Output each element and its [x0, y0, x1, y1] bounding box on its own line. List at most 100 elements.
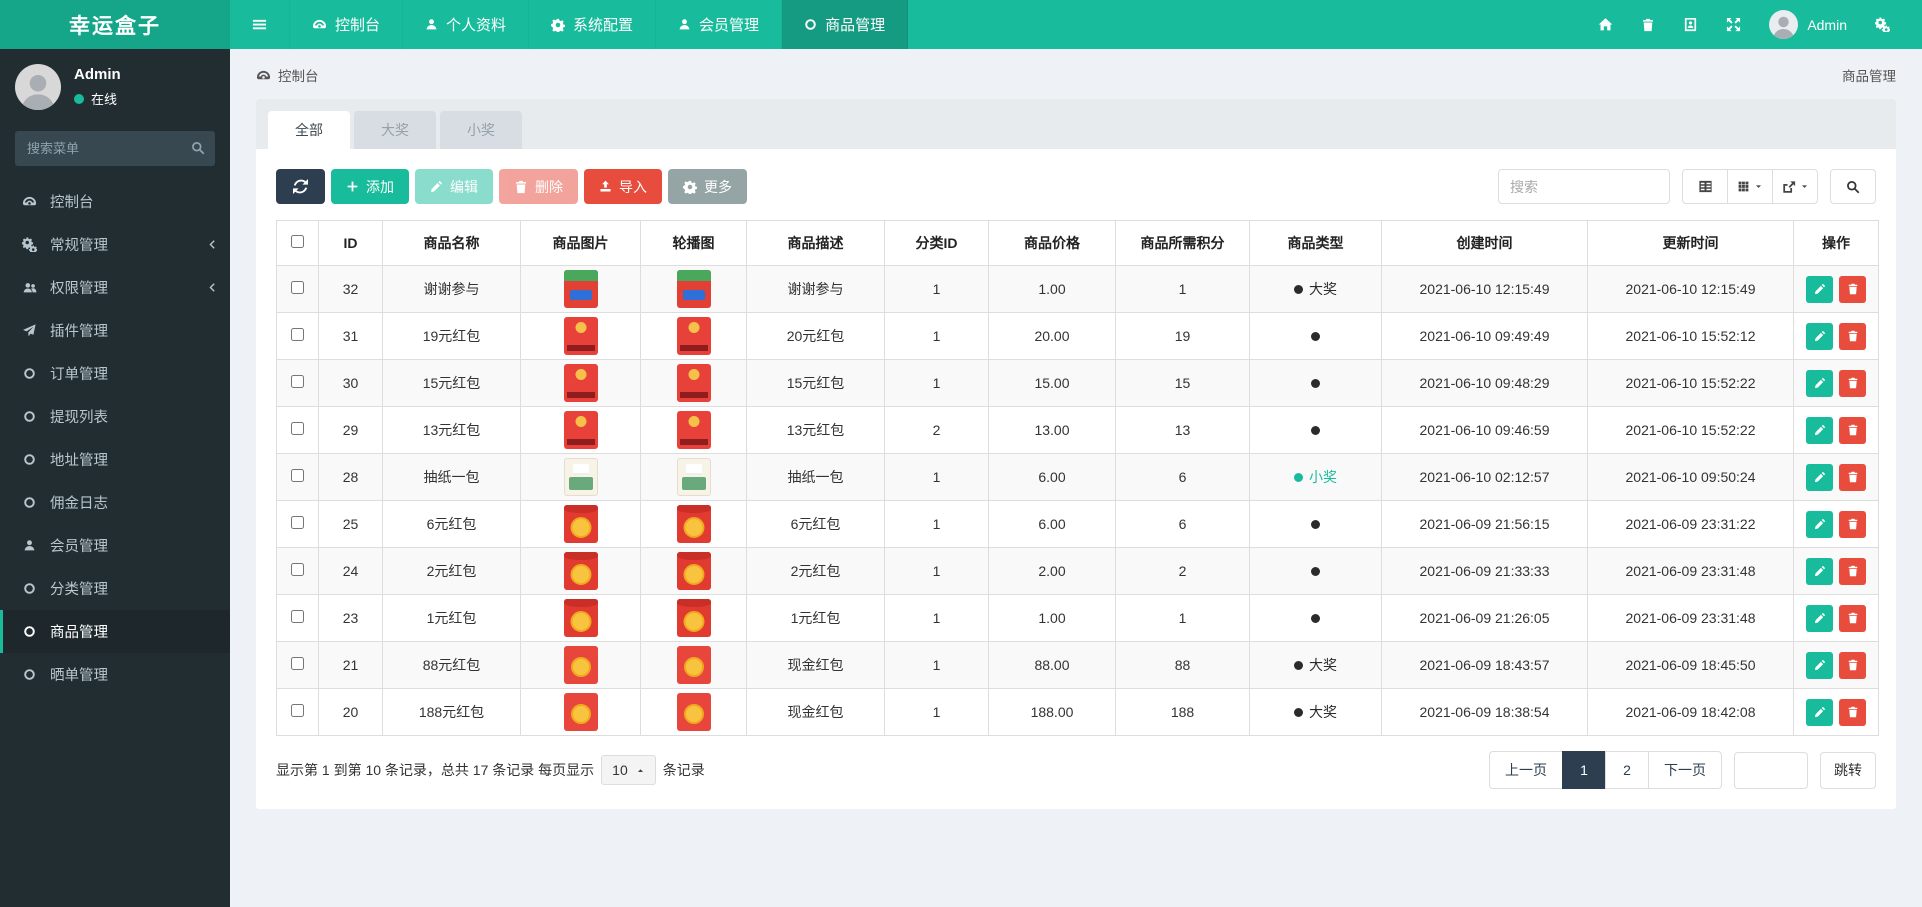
edit-button[interactable]: 编辑 — [415, 169, 493, 204]
sidebar-toggle-button[interactable] — [230, 0, 290, 49]
cell-category-id: 1 — [884, 688, 989, 736]
language-button[interactable] — [1669, 0, 1712, 49]
jump-page-input[interactable] — [1734, 751, 1808, 789]
topnav-item[interactable]: 会员管理 — [656, 0, 783, 49]
cell-category-id: 1 — [884, 547, 989, 595]
user-name: Admin — [1807, 16, 1847, 33]
row-delete-button[interactable] — [1839, 463, 1866, 491]
tab[interactable]: 小奖 — [440, 111, 522, 149]
detail-view-icon — [1698, 179, 1713, 194]
row-delete-button[interactable] — [1839, 322, 1866, 350]
sidebar-item[interactable]: 地址管理 — [0, 438, 230, 481]
topnav-item[interactable]: 控制台 — [290, 0, 404, 49]
row-delete-button[interactable] — [1839, 698, 1866, 726]
row-edit-button[interactable] — [1806, 463, 1833, 491]
brand-logo[interactable]: 幸运盒子 — [0, 0, 230, 49]
row-edit-button[interactable] — [1806, 651, 1833, 679]
refresh-button[interactable] — [276, 169, 325, 204]
topnav-item[interactable]: 系统配置 — [529, 0, 657, 49]
more-button[interactable]: 更多 — [668, 169, 747, 204]
main-content: 控制台 商品管理 全部 大奖 小奖 添加 编辑 删除 导入 更多 搜索 ID 商… — [230, 0, 1922, 907]
fullscreen-button[interactable] — [1712, 0, 1755, 49]
sidebar-item[interactable]: 控制台 — [0, 180, 230, 223]
sidebar-item[interactable]: 商品管理 — [0, 610, 230, 653]
row-checkbox[interactable] — [291, 516, 304, 529]
row-checkbox[interactable] — [291, 610, 304, 623]
row-checkbox[interactable] — [291, 281, 304, 294]
cell-price: 6.00 — [988, 453, 1116, 501]
row-checkbox[interactable] — [291, 375, 304, 388]
import-button[interactable]: 导入 — [584, 169, 662, 204]
sidebar-item[interactable]: 分类管理 — [0, 567, 230, 610]
users-icon — [20, 281, 39, 295]
sidebar-item-label: 会员管理 — [50, 539, 108, 555]
row-checkbox[interactable] — [291, 469, 304, 482]
row-edit-button[interactable] — [1806, 416, 1833, 444]
sidebar-item[interactable]: 晒单管理 — [0, 653, 230, 696]
page-button[interactable]: 1 — [1562, 751, 1606, 789]
trash-icon — [1847, 612, 1859, 624]
table-search-input[interactable] — [1498, 169, 1670, 204]
next-page-button[interactable]: 下一页 — [1648, 751, 1722, 789]
settings-button[interactable] — [1861, 0, 1904, 49]
cell-type: 大奖 — [1294, 702, 1337, 722]
row-edit-button[interactable] — [1806, 557, 1833, 585]
row-edit-button[interactable] — [1806, 322, 1833, 350]
cell-points: 19 — [1115, 312, 1250, 360]
row-edit-button[interactable] — [1806, 604, 1833, 632]
sidebar-user-status: 在线 — [74, 89, 121, 108]
sidebar-item[interactable]: 订单管理 — [0, 352, 230, 395]
page-size-select[interactable]: 10 — [601, 755, 656, 785]
row-checkbox[interactable] — [291, 657, 304, 670]
clear-cache-button[interactable] — [1627, 0, 1669, 49]
row-edit-button[interactable] — [1806, 698, 1833, 726]
breadcrumb[interactable]: 控制台 — [256, 65, 319, 85]
cell-points: 6 — [1115, 500, 1250, 548]
sidebar-item[interactable]: 常规管理 — [0, 223, 230, 266]
row-edit-button[interactable] — [1806, 510, 1833, 538]
topnav-item[interactable]: 商品管理 — [782, 0, 909, 49]
add-button[interactable]: 添加 — [331, 169, 409, 204]
cell-id: 31 — [318, 312, 383, 360]
jump-button[interactable]: 跳转 — [1820, 751, 1876, 789]
export-button[interactable] — [1772, 169, 1818, 204]
prev-page-button[interactable]: 上一页 — [1489, 751, 1563, 789]
trash-icon — [1847, 424, 1859, 436]
tab[interactable]: 大奖 — [354, 111, 436, 149]
carousel-image — [676, 693, 711, 731]
row-checkbox[interactable] — [291, 422, 304, 435]
row-checkbox[interactable] — [291, 328, 304, 341]
row-checkbox[interactable] — [291, 563, 304, 576]
sidebar-item[interactable]: 插件管理 — [0, 309, 230, 352]
sidebar-item[interactable]: 权限管理 — [0, 266, 230, 309]
topnav-item[interactable]: 个人资料 — [403, 0, 530, 49]
row-delete-button[interactable] — [1839, 651, 1866, 679]
columns-button[interactable] — [1727, 169, 1773, 204]
sidebar-search-input[interactable] — [15, 131, 215, 166]
delete-button[interactable]: 删除 — [499, 169, 578, 204]
row-delete-button[interactable] — [1839, 510, 1866, 538]
home-button[interactable] — [1584, 0, 1627, 49]
select-all-checkbox[interactable] — [291, 235, 304, 248]
sidebar-item[interactable]: 佣金日志 — [0, 481, 230, 524]
cell-id: 29 — [318, 406, 383, 454]
page-button[interactable]: 2 — [1605, 751, 1649, 789]
online-status-label: 在线 — [91, 92, 118, 107]
sidebar-item[interactable]: 会员管理 — [0, 524, 230, 567]
breadcrumb-label: 控制台 — [278, 69, 319, 84]
detail-view-button[interactable] — [1682, 169, 1728, 204]
row-delete-button[interactable] — [1839, 604, 1866, 632]
sidebar-item[interactable]: 提现列表 — [0, 395, 230, 438]
user-menu[interactable]: Admin — [1755, 10, 1861, 39]
row-delete-button[interactable] — [1839, 369, 1866, 397]
row-edit-button[interactable] — [1806, 369, 1833, 397]
row-delete-button[interactable] — [1839, 275, 1866, 303]
row-delete-button[interactable] — [1839, 557, 1866, 585]
row-edit-button[interactable] — [1806, 275, 1833, 303]
cell-type — [1311, 614, 1320, 623]
row-delete-button[interactable] — [1839, 416, 1866, 444]
tab[interactable]: 全部 — [268, 111, 350, 149]
row-checkbox[interactable] — [291, 704, 304, 717]
delete-label: 删除 — [535, 178, 563, 195]
search-button[interactable] — [1830, 169, 1876, 204]
